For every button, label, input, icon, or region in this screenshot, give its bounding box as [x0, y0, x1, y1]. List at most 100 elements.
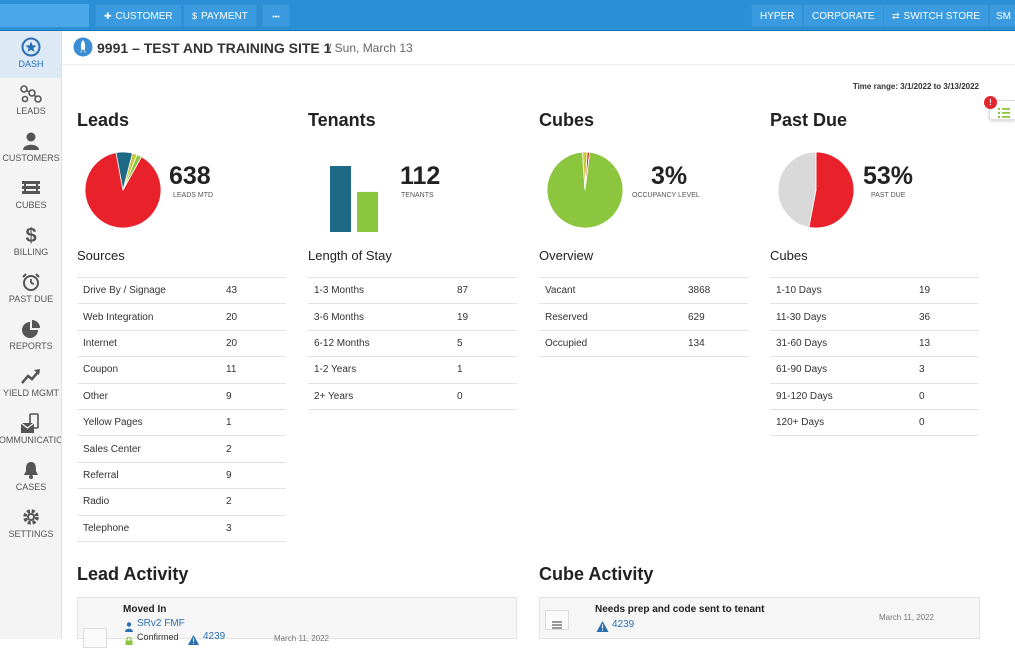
lead-cube-link[interactable]: 4239: [203, 631, 225, 642]
sidebar-item-dash[interactable]: DASH: [0, 31, 61, 78]
leads-count: 638: [169, 162, 211, 190]
pie-icon: [0, 319, 61, 341]
star-icon: [0, 37, 61, 59]
table-row: 31-60 Days 13: [770, 329, 979, 357]
overview-table: Vacant 3868 Reserved 629 Occupied 134: [539, 276, 748, 358]
past-due-label: PAST DUE: [871, 192, 906, 199]
leads-title: Leads: [77, 110, 130, 130]
payment-button[interactable]: $ PAYMENT: [183, 4, 257, 27]
list-icon: [998, 105, 1010, 123]
row-value: 19: [457, 303, 517, 331]
corporate-button[interactable]: CORPORATE: [803, 4, 884, 27]
row-label: 91-120 Days: [770, 382, 919, 410]
length-of-stay-title: Length of Stay: [308, 248, 392, 263]
lead-status: Confirmed: [137, 632, 179, 642]
table-row: 120+ Days 0: [770, 408, 979, 437]
cubes-panel: Cubes 3% OCCUPANCY LEVEL Overview Vacant…: [539, 110, 749, 358]
tenants-count: 112: [400, 162, 441, 190]
leads-panel: Leads 638 LEADS MTD Sources Drive By / S…: [77, 110, 287, 542]
hyper-button[interactable]: HYPER: [751, 4, 804, 27]
cube-activity-date: March 11, 2022: [879, 613, 934, 622]
tenants-panel: Tenants 112 TENANTS Length of Stay 1-3 M…: [308, 110, 518, 410]
page-title: 9991 – TEST AND TRAINING SITE 1: [97, 40, 332, 56]
warning-icon: [596, 619, 609, 637]
table-row: Radio 2: [77, 488, 286, 516]
sidebar-item-communication[interactable]: COMMUNICATION: [0, 407, 61, 454]
row-value: 3868: [688, 276, 748, 304]
time-range: Time range: 3/1/2022 to 3/13/2022: [852, 82, 979, 91]
activity-type-icon: [545, 610, 569, 630]
row-label: Sales Center: [77, 435, 226, 463]
tenants-count-label: TENANTS: [401, 192, 434, 199]
table-row: 61-90 Days 3: [770, 356, 979, 384]
dollar-icon: $: [192, 11, 198, 21]
sidebar-item-cubes[interactable]: CUBES: [0, 172, 61, 219]
row-value: 43: [226, 276, 286, 304]
cube-number-link[interactable]: 4239: [612, 619, 634, 630]
row-value: 9: [226, 382, 286, 410]
row-value: 0: [919, 408, 979, 437]
row-value: 11: [226, 356, 286, 384]
row-label: Vacant: [539, 276, 688, 304]
row-value: 134: [688, 329, 748, 358]
lead-activity-heading: Moved In: [123, 604, 167, 615]
customer-button[interactable]: ✚ CUSTOMER: [95, 4, 182, 27]
cube-activity-item[interactable]: Needs prep and code sent to tenant 4239 …: [539, 597, 980, 639]
bell-icon: [0, 460, 61, 482]
row-label: 31-60 Days: [770, 329, 919, 357]
row-label: Other: [77, 382, 226, 410]
notification-badge: !: [984, 96, 997, 109]
leads-pie-chart: [84, 151, 162, 229]
lead-activity-item[interactable]: Moved In SRv2 FMF Confirmed 4239 March 1…: [77, 597, 517, 648]
more-button[interactable]: •••: [262, 4, 290, 27]
brand-logo[interactable]: [0, 4, 89, 27]
row-label: 11-30 Days: [770, 303, 919, 331]
page-date: / Sun, March 13: [328, 41, 413, 55]
rocket-icon: [73, 37, 93, 62]
alarm-icon: [0, 272, 61, 294]
table-row: 11-30 Days 36: [770, 303, 979, 331]
table-row: 2+ Years 0: [308, 382, 517, 410]
occupancy-percent: 3%: [651, 162, 688, 190]
row-value: 3: [919, 356, 979, 384]
switch-store-button[interactable]: ⇄ SWITCH STORE: [883, 4, 990, 27]
dollar-icon: $: [25, 225, 37, 247]
tenants-title: Tenants: [308, 110, 376, 130]
sidebar-item-yield-mgmt[interactable]: YIELD MGMT: [0, 360, 61, 407]
pie-slice: [777, 151, 817, 228]
sidebar-item-leads[interactable]: LEADS: [0, 78, 61, 125]
table-row: 1-2 Years 1: [308, 356, 517, 384]
row-value: 9: [226, 461, 286, 489]
table-row: Coupon 11: [77, 356, 286, 384]
row-value: 0: [919, 382, 979, 410]
sidebar-item-settings[interactable]: SETTINGS: [0, 501, 61, 548]
table-row: 1-10 Days 19: [770, 276, 979, 304]
sidebar-item-past-due[interactable]: PAST DUE: [0, 266, 61, 313]
past-due-title: Past Due: [770, 110, 848, 130]
sidebar-item-billing[interactable]: $ BILLING: [0, 219, 61, 266]
sidebar-item-cases[interactable]: CASES: [0, 454, 61, 501]
cube-icon: [552, 616, 562, 634]
row-value: 20: [226, 329, 286, 357]
sidebar-item-reports[interactable]: REPORTS: [0, 313, 61, 360]
occupancy-label: OCCUPANCY LEVEL: [632, 192, 700, 199]
row-label: Drive By / Signage: [77, 276, 226, 304]
page-header: 9991 – TEST AND TRAINING SITE 1 / Sun, M…: [62, 31, 1015, 65]
table-row: Sales Center 2: [77, 435, 286, 463]
sidebar-item-customers[interactable]: CUSTOMERS: [0, 125, 61, 172]
table-row: 1-3 Months 87: [308, 276, 517, 304]
length-of-stay-table: 1-3 Months 87 3-6 Months 19 6-12 Months 5 1-2 …: [308, 276, 517, 410]
table-row: 6-12 Months 5: [308, 329, 517, 357]
bar: [330, 166, 351, 232]
table-row: Drive By / Signage 43: [77, 276, 286, 304]
cubes-title: Cubes: [539, 110, 595, 130]
user-menu-button[interactable]: SM: [989, 4, 1015, 27]
table-row: Reserved 629: [539, 303, 748, 331]
table-row: Yellow Pages 1: [77, 408, 286, 436]
cubes-icon: [0, 178, 61, 200]
lead-person-link[interactable]: SRv2 FMF: [137, 618, 185, 629]
row-value: 3: [226, 514, 286, 542]
cube-activity-title: Cube Activity: [539, 564, 654, 584]
row-label: Coupon: [77, 356, 226, 384]
top-bar: ✚ CUSTOMER $ PAYMENT ••• HYPER CORPORATE ⇄…: [0, 0, 1015, 31]
